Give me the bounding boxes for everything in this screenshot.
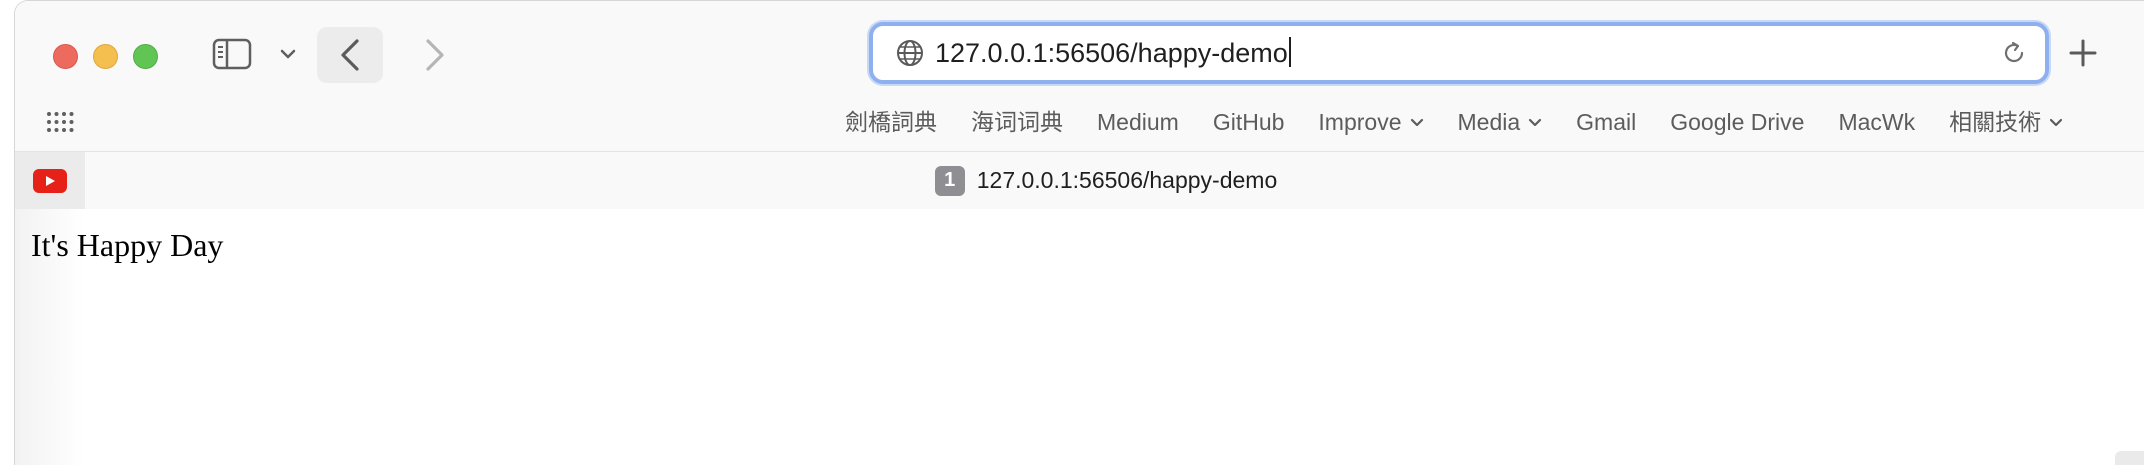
text-caret [1288, 37, 1291, 67]
close-window-button[interactable] [53, 44, 78, 69]
window-resize-handle[interactable] [2115, 451, 2144, 465]
bookmark-item[interactable]: GitHub [1213, 105, 1285, 139]
tab-active[interactable]: 1 127.0.0.1:56506/happy-demo [85, 152, 2144, 209]
reload-icon[interactable] [1999, 38, 2029, 68]
bookmark-label: Improve [1318, 109, 1402, 135]
chevron-down-icon [1528, 118, 1542, 127]
globe-icon [897, 40, 923, 66]
new-tab-button[interactable] [2061, 31, 2105, 75]
bookmark-label: Gmail [1576, 109, 1637, 135]
page-heading-text: It's Happy Day [31, 227, 224, 263]
sidebar-icon [212, 38, 252, 70]
chevron-down-icon [280, 49, 296, 59]
page-content: It's Happy Day [15, 209, 2144, 465]
plus-icon [2069, 39, 2097, 67]
tab-bar: 1 127.0.0.1:56506/happy-demo [15, 151, 2144, 209]
tab-title: 127.0.0.1:56506/happy-demo [976, 167, 1278, 193]
sidebar-toggle-button[interactable] [209, 35, 255, 73]
bookmark-item[interactable]: Gmail [1576, 105, 1636, 139]
browser-toolbar: 127.0.0.1:56506/happy-demo 劍橋詞典 海词词典 Medi [15, 1, 2144, 151]
chevron-right-icon [426, 39, 444, 71]
bookmark-label: Media [1457, 109, 1521, 135]
bookmark-item[interactable]: Google Drive [1670, 105, 1804, 139]
chevron-down-icon [1410, 118, 1424, 127]
pinned-tab-youtube[interactable] [15, 152, 86, 209]
grid-icon [47, 112, 74, 132]
back-button[interactable] [317, 27, 383, 83]
tab-favicon-badge: 1 [934, 165, 965, 196]
bookmarks-bar: 劍橋詞典 海词词典 Medium GitHub Improve Media Gmail Goo… [845, 105, 2097, 139]
bookmark-item[interactable]: 劍橋詞典 [845, 105, 937, 139]
bookmark-label: GitHub [1212, 109, 1285, 135]
browser-window: 127.0.0.1:56506/happy-demo 劍橋詞典 海词词典 Medi [14, 0, 2144, 465]
address-url-text: 127.0.0.1:56506/happy-demo [935, 38, 1288, 68]
bookmark-item[interactable]: MacWk [1838, 105, 1915, 139]
bookmark-item[interactable]: 相關技術 [1949, 105, 2063, 139]
bookmark-item[interactable]: Media [1458, 105, 1543, 139]
zoom-window-button[interactable] [133, 44, 158, 69]
address-input[interactable]: 127.0.0.1:56506/happy-demo [935, 36, 1291, 70]
minimize-window-button[interactable] [93, 44, 118, 69]
bookmark-label: 海词词典 [971, 109, 1063, 135]
bookmark-label: 相關技術 [1949, 109, 2042, 135]
bookmark-label: MacWk [1838, 109, 1916, 135]
bookmarks-apps-button[interactable] [45, 107, 75, 137]
bookmark-item[interactable]: Improve [1318, 105, 1423, 139]
sidebar-menu-button[interactable] [277, 41, 299, 67]
bookmark-item[interactable]: Medium [1097, 105, 1179, 139]
bookmark-label: 劍橋詞典 [845, 109, 937, 135]
chevron-down-icon [2049, 118, 2063, 127]
chevron-left-icon [341, 39, 359, 71]
bookmark-label: Medium [1097, 109, 1179, 135]
address-bar[interactable]: 127.0.0.1:56506/happy-demo [869, 22, 2049, 84]
forward-button[interactable] [407, 27, 463, 83]
bookmark-label: Google Drive [1670, 109, 1805, 135]
bookmark-item[interactable]: 海词词典 [971, 105, 1063, 139]
youtube-icon [33, 168, 67, 193]
